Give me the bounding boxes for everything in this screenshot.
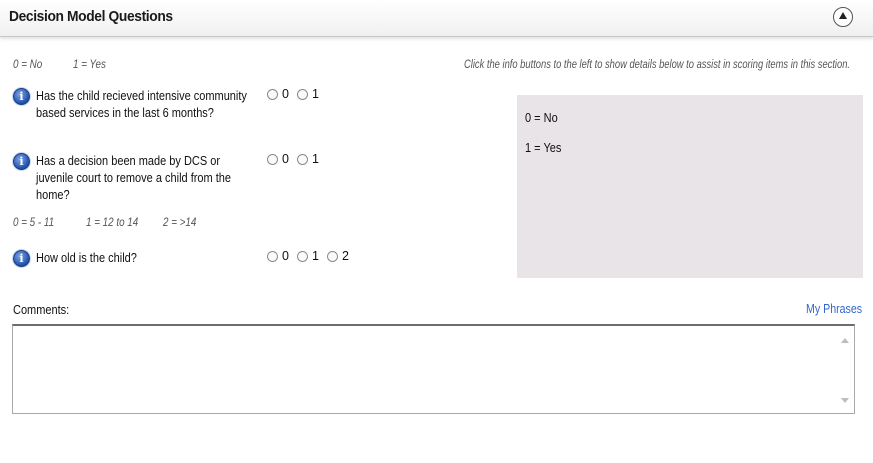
info-details-panel: 0 = No 1 = Yes xyxy=(517,95,863,278)
comments-textarea[interactable] xyxy=(12,324,855,414)
chevron-up-icon[interactable] xyxy=(833,7,853,27)
radio-label: 1 xyxy=(312,152,319,166)
radio-button[interactable] xyxy=(327,250,338,262)
section-header: Decision Model Questions xyxy=(0,0,873,37)
radio-option-0[interactable]: 0 xyxy=(267,249,289,263)
radio-label: 0 xyxy=(282,152,289,166)
legend-age-1: 1 = 12 to 14 xyxy=(86,215,139,229)
info-icon[interactable]: i xyxy=(13,88,30,105)
radio-label: 1 xyxy=(312,87,319,101)
question-text: Has the child recieved intensive communi… xyxy=(36,89,247,120)
radio-option-2[interactable]: 2 xyxy=(327,249,349,263)
radio-label: 1 xyxy=(312,249,319,263)
radio-button[interactable] xyxy=(297,153,308,165)
legend-no: 0 = No xyxy=(13,57,43,71)
radio-option-1[interactable]: 1 xyxy=(297,249,319,263)
scroll-down-icon[interactable] xyxy=(841,398,849,403)
section-title: Decision Model Questions xyxy=(9,8,173,25)
scroll-up-icon[interactable] xyxy=(841,338,849,343)
info-icon[interactable]: i xyxy=(13,250,30,267)
info-icon[interactable]: i xyxy=(13,153,30,170)
radio-option-0[interactable]: 0 xyxy=(267,87,289,101)
legend-yes: 1 = Yes xyxy=(73,57,106,71)
radio-label: 0 xyxy=(282,87,289,101)
radio-button[interactable] xyxy=(267,88,278,100)
radio-button[interactable] xyxy=(297,88,308,100)
comments-label: Comments: xyxy=(13,303,70,317)
my-phrases-link[interactable]: My Phrases xyxy=(806,302,862,316)
panel-line-no: 0 = No xyxy=(525,111,558,125)
question-text: Has a decision been made by DCS or juven… xyxy=(36,154,232,202)
radio-option-1[interactable]: 1 xyxy=(297,152,319,166)
radio-label: 0 xyxy=(282,249,289,263)
radio-button[interactable] xyxy=(267,153,278,165)
question-text: How old is the child? xyxy=(36,251,137,265)
radio-option-1[interactable]: 1 xyxy=(297,87,319,101)
hint-text: Click the info buttons to the left to sh… xyxy=(464,57,851,71)
radio-option-0[interactable]: 0 xyxy=(267,152,289,166)
legend-age-0: 0 = 5 - 11 xyxy=(13,215,55,229)
radio-label: 2 xyxy=(342,249,349,263)
panel-line-yes: 1 = Yes xyxy=(525,141,562,155)
legend-age-2: 2 = >14 xyxy=(163,215,197,229)
radio-button[interactable] xyxy=(267,250,278,262)
radio-button[interactable] xyxy=(297,250,308,262)
